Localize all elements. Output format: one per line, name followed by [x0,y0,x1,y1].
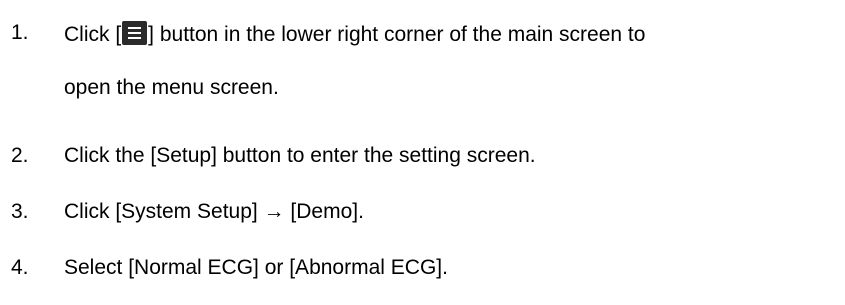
step-text-after-icon: ] button in the lower right corner of th… [148,23,646,46]
step-text-before-icon: Click [ [64,23,122,46]
step-1-continuation: open the menu screen. [64,76,279,99]
step-text: Click the [Setup] button to enter the se… [64,144,536,167]
step-text: Click [ ] button in the lower right corne… [64,21,645,47]
step-number: 2. [11,144,29,167]
menu-icon [122,21,148,45]
step-number: 4. [11,256,29,279]
step-text: Select [Normal ECG] or [Abnormal ECG]. [64,256,448,279]
instruction-list: 1. Click [ ] button in the lower right co… [0,0,845,305]
step-text: Click [System Setup] → [Demo]. [64,200,364,223]
step-number: 3. [11,200,29,223]
step-number: 1. [11,21,29,44]
